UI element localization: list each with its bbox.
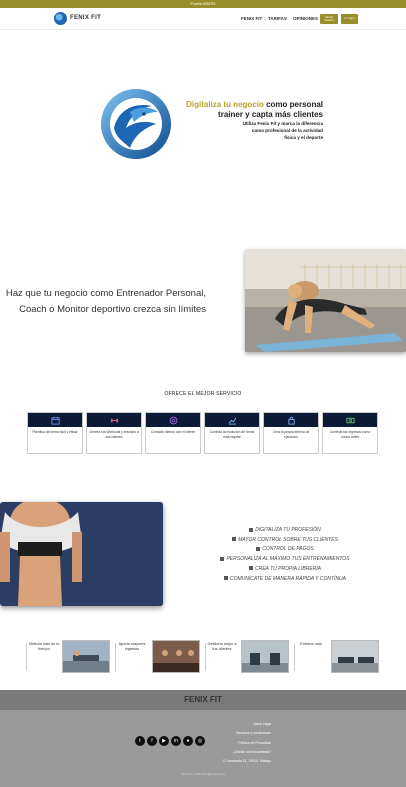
service-card: Genera tus Workouts y envíalos a sus cli… <box>86 412 142 454</box>
hero-line2-text: trainer y capta más clientes <box>218 110 323 119</box>
twitter-icon[interactable]: t <box>135 736 145 746</box>
hero-headline: Digitaliza tu negocio como personal trai… <box>186 100 323 141</box>
lock-icon <box>287 416 295 425</box>
feature-item: MAYOR CONTROL SOBRE TUS CLIENTES <box>180 536 390 546</box>
feature-item: COMUNÍCATE DE MANERA RÁPIDA Y CONTÍNUA <box>180 575 390 585</box>
hero-sub-2: como profesional de la actividad <box>251 128 323 133</box>
square-bullet-icon <box>248 566 253 571</box>
benefit-photo <box>241 640 289 673</box>
hero-sub-1: Utiliza Fenix Fit y marca la diferencia <box>242 121 323 126</box>
lead-line-2: Coach o Monitor deportivo crezca sin lím… <box>19 304 206 315</box>
service-card: Planifica de forma fácil y eficaz <box>27 412 83 454</box>
copyright-text: Fenix Fit © 2021 All rights reserved <box>181 772 225 776</box>
lead-line-1: Haz que tu negocio como Entrenador Perso… <box>5 288 206 299</box>
service-card-text: Controla tus ingresos como nunca antes <box>329 430 371 439</box>
dumbbell-icon <box>110 418 118 422</box>
nav-link-opiniones[interactable]: OPINIONES <box>293 16 318 21</box>
service-card-text: Genera tus Workouts y envíalos a sus cli… <box>89 430 139 439</box>
footer-brand: FENIX FIT <box>184 695 222 704</box>
fenix-hero-logo-icon <box>101 89 171 159</box>
social-links: t f ▶ in ● ◎ <box>135 736 205 746</box>
service-card-text: Contacto directo con el cliente <box>150 430 196 434</box>
divider <box>26 643 27 671</box>
square-bullet-icon <box>256 546 261 551</box>
lead-statement: Haz que tu negocio como Entrenador Perso… <box>0 286 206 318</box>
footer: FENIX FIT t f ▶ in ● ◎ Aviso Legal Térmi… <box>0 690 406 787</box>
nav-link-tarifas[interactable]: TARIFAS <box>268 16 287 21</box>
facebook-icon[interactable]: f <box>147 736 157 746</box>
benefit-text: Gestiona mejor a tus clientes <box>207 642 237 651</box>
service-card-text: Crea tu propia librería de ejercicios <box>272 430 310 439</box>
login-button[interactable]: Iniciar Sesión <box>320 14 338 24</box>
feature-item: PERSONALIZA AL MÁXIMO TUS ENTRENAMIENTOS <box>180 555 390 565</box>
instagram-icon[interactable]: ◎ <box>195 736 205 746</box>
navbar: FENIX FIT FENIX FIT TARIFAS OPINIONES In… <box>0 8 406 30</box>
benefit-photo <box>62 640 110 673</box>
service-card: Crea tu propia librería de ejercicios <box>263 412 319 454</box>
youtube-icon[interactable]: ▶ <box>159 736 169 746</box>
register-button[interactable]: Ir Login <box>341 14 358 24</box>
footer-link-donde[interactable]: ¿Dónde nos encuentras? <box>223 748 271 757</box>
promo-bar[interactable]: Prueba GRATIS <box>0 0 406 8</box>
athlete-towel-photo <box>0 502 163 606</box>
towel-illustration <box>0 502 163 606</box>
nav-link-fenix-fit[interactable]: FENIX FIT <box>241 16 262 21</box>
trainer-plank-photo <box>245 249 406 352</box>
benefit-text: Disfruta más de tu tiempo <box>28 642 60 651</box>
divider <box>294 643 295 671</box>
service-card: Controla tus ingresos como nunca antes <box>322 412 378 454</box>
feature-item: CONTROL DE PAGOS <box>180 545 390 555</box>
chart-icon <box>228 417 236 425</box>
feature-item: DIGITALIZA TU PROFESIÓN <box>180 526 390 536</box>
github-icon[interactable]: ● <box>183 736 193 746</box>
service-card-text: Planifica de forma fácil y eficaz <box>32 430 78 434</box>
services-title: OFRECE EL MEJOR SERVICIO <box>164 391 242 397</box>
square-bullet-icon <box>249 527 254 532</box>
benefit-text: Aporta mayores ingresos <box>118 642 146 651</box>
service-card: Controla la evolución de forma más regul… <box>204 412 260 454</box>
square-bullet-icon <box>232 537 237 542</box>
service-card-text: Controla la evolución de forma más regul… <box>209 430 255 439</box>
square-bullet-icon <box>220 556 225 561</box>
hero-line1-text: como personal <box>263 100 323 109</box>
hero-accent-text: Digitaliza tu negocio <box>186 100 264 109</box>
plank-illustration <box>245 249 406 352</box>
footer-links: Aviso Legal Términos y condiciones Polít… <box>223 720 271 766</box>
benefit-photo <box>331 640 379 673</box>
footer-address: C/ Inventada 01, 29010, Málaga <box>222 759 271 764</box>
service-card: Contacto directo con el cliente <box>145 412 201 454</box>
linkedin-icon[interactable]: in <box>171 736 181 746</box>
footer-link-privacidad[interactable]: Política de Privacidad <box>223 739 271 748</box>
chat-icon <box>169 416 177 424</box>
fenix-logo-icon[interactable] <box>54 12 67 25</box>
feature-item: CREA TU PROPIA LIBRERÍA <box>180 565 390 575</box>
brand-name[interactable]: FENIX FIT <box>70 15 101 21</box>
promo-text[interactable]: Prueba GRATIS <box>0 0 406 8</box>
money-icon <box>345 417 355 423</box>
services-row: Planifica de forma fácil y eficaz Genera… <box>27 412 378 454</box>
feature-list: DIGITALIZA TU PROFESIÓN MAYOR CONTROL SO… <box>180 526 390 584</box>
benefits-strip: Disfruta más de tu tiempo Aporta mayores… <box>26 640 382 674</box>
hero-sub-3: física y el deporte <box>284 135 323 140</box>
calendar-icon <box>50 416 60 425</box>
footer-link-aviso-legal[interactable]: Aviso Legal <box>223 720 271 729</box>
benefit-text: Entrena más <box>300 642 322 646</box>
square-bullet-icon <box>223 576 228 581</box>
footer-link-terminos[interactable]: Términos y condiciones <box>223 729 271 738</box>
benefit-photo <box>152 640 200 673</box>
